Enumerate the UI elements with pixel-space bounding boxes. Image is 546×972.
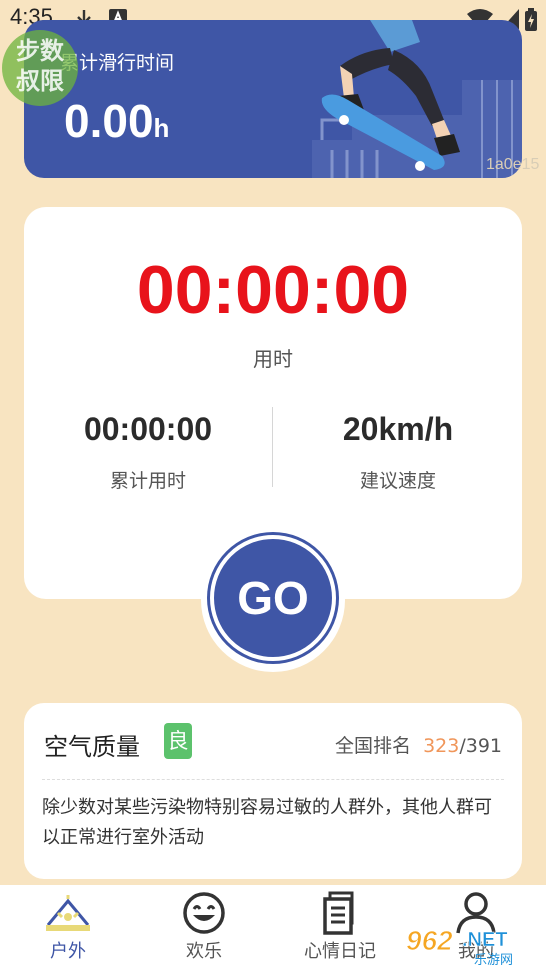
- tab-mood-diary-label: 心情日记: [304, 941, 376, 962]
- svg-text:.NET: .NET: [462, 929, 508, 951]
- diary-icon: [323, 891, 354, 935]
- total-ride-time-number: 0.00: [64, 95, 154, 147]
- air-quality-description: 除少数对某些污染物特别容易过敏的人群外，其他人群可以正常进行室外活动: [42, 797, 492, 848]
- outdoor-icon: [46, 895, 90, 931]
- total-time-label: 累计用时: [109, 470, 186, 492]
- national-rank: 全国排名 323/391: [335, 731, 502, 758]
- suggested-speed-label: 建议速度: [359, 470, 436, 492]
- total-ride-time-unit: h: [153, 113, 170, 143]
- suggested-speed-stat: 20km/h 建议速度: [274, 411, 522, 493]
- tab-outdoor[interactable]: 户外: [0, 885, 136, 972]
- national-rank-label: 全国排名: [334, 735, 411, 757]
- svg-text:乐游网: 乐游网: [474, 953, 513, 966]
- tab-outdoor-label: 户外: [50, 941, 86, 962]
- air-quality-divider: [42, 779, 504, 780]
- tab-fun-label: 欢乐: [186, 941, 222, 962]
- go-button-ring: GO: [201, 528, 345, 672]
- skateboarder-illustration: [312, 20, 522, 178]
- air-quality-card: 空气质量 良 全国排名 323/391 除少数对某些污染物特别容易过敏的人群外，…: [24, 703, 522, 879]
- watermark-badge: 步数 叔限: [2, 30, 78, 106]
- watermark-code: 1a0e15: [486, 156, 540, 173]
- air-quality-title: 空气质量: [44, 733, 140, 761]
- total-time-value: 00:00:00: [83, 411, 213, 447]
- national-rank-value: 323: [423, 735, 460, 757]
- elapsed-timer-caption: 用时: [253, 347, 293, 371]
- tab-fun[interactable]: 欢乐: [136, 885, 272, 972]
- smile-icon: [183, 892, 225, 934]
- elapsed-timer: 00:00:00: [136, 252, 410, 328]
- air-quality-badge: 良: [164, 723, 192, 759]
- watermark-badge-line1: 步数: [16, 37, 64, 65]
- total-ride-time-value: 0.00h: [64, 94, 169, 148]
- go-button[interactable]: GO: [210, 535, 336, 661]
- national-rank-total: /391: [459, 735, 502, 757]
- total-time-stat: 00:00:00 累计用时: [24, 411, 272, 493]
- svg-text:962: 962: [406, 925, 453, 956]
- battery-icon: [525, 8, 537, 31]
- total-ride-time-banner: 累计滑行时间 0.00h: [24, 20, 522, 178]
- watermark-badge-line2: 叔限: [16, 67, 64, 95]
- brand-watermark-logo: 962 .NET 乐游网: [406, 925, 514, 967]
- suggested-speed-value: 20km/h: [342, 411, 454, 447]
- tab-mood-diary[interactable]: 心情日记: [272, 885, 408, 972]
- stats-divider: [272, 407, 273, 487]
